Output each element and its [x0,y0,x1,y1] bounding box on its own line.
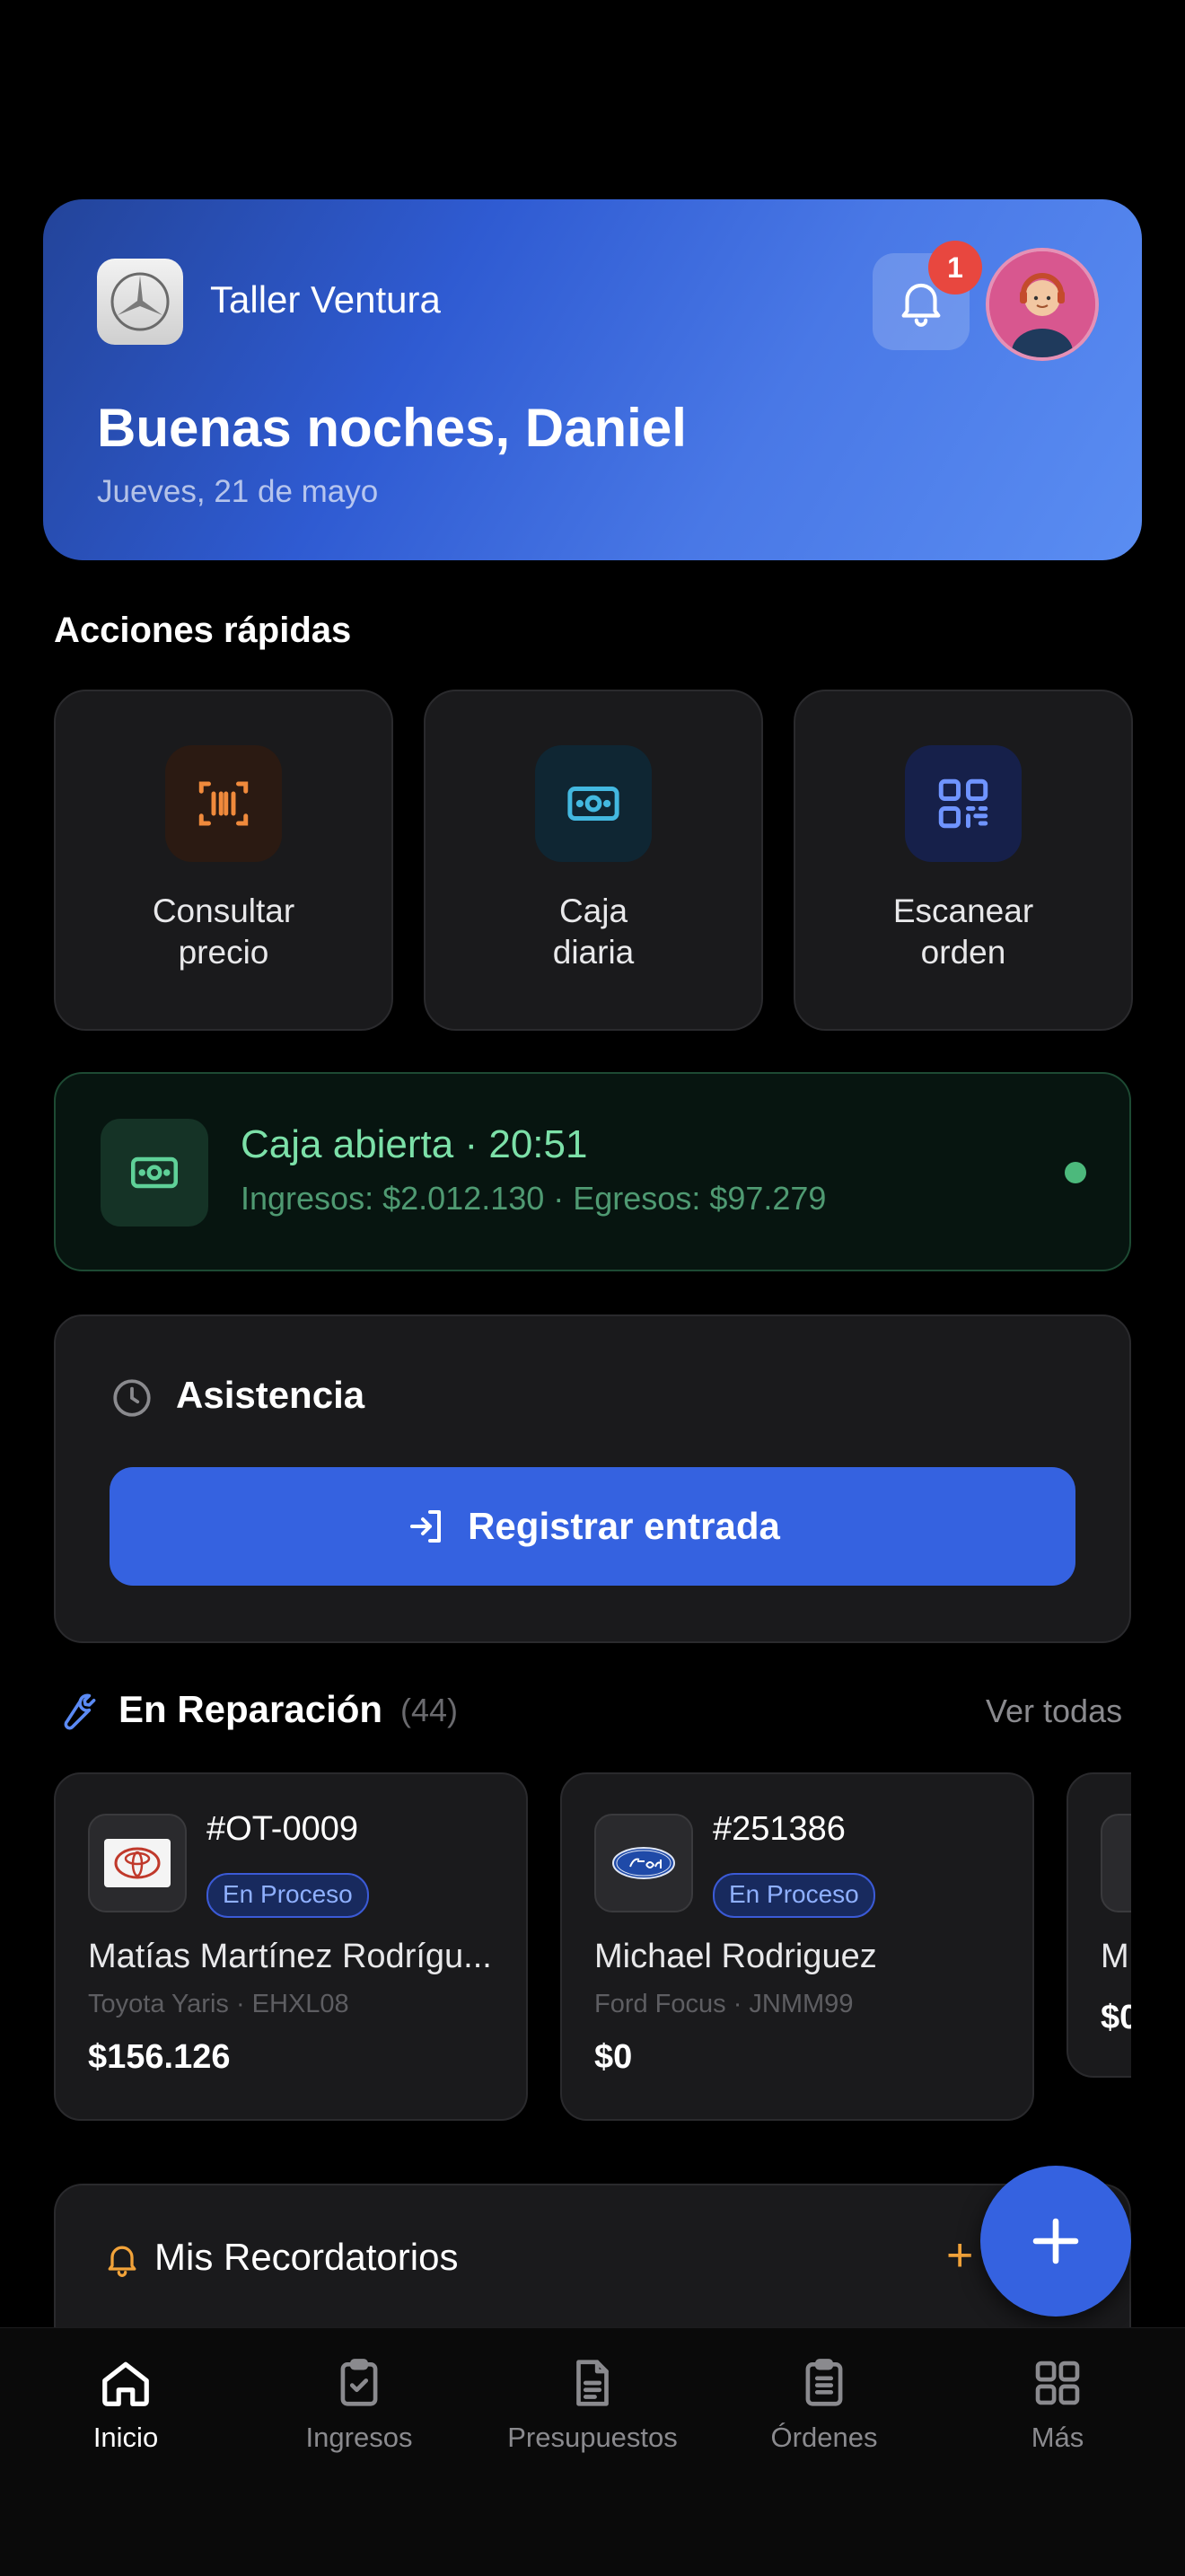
vehicle-info: Toyota Yaris · EHXL08 [88,1990,349,2018]
vehicle-info: Ford Focus · JNMM99 [594,1990,854,2018]
header-card: Taller Ventura 1 Buenas noches, Daniel J… [43,199,1142,560]
owner-name: M [1101,1938,1129,1975]
tab-ingresos[interactable]: Ingresos [260,2355,458,2454]
add-reminder-button[interactable]: + [946,2229,973,2282]
order-number: #251386 [713,1810,846,1848]
bell-icon [108,2246,136,2277]
user-avatar-icon [989,251,1095,357]
tab-label: Presupuestos [507,2422,678,2453]
brand-logo-icon [1101,1814,1131,1912]
register-entry-button[interactable]: Registrar entrada [110,1467,1075,1586]
see-all-link[interactable]: Ver todas [986,1692,1122,1730]
repairs-title: En Reparación [118,1688,383,1730]
tab-label: Inicio [92,2422,159,2453]
reminders-title: Mis Recordatorios [154,2236,459,2278]
repair-card[interactable]: #OT-0009 En Proceso Matías Martínez Rodr… [54,1772,528,2121]
repair-card-peek[interactable]: M $0 [1066,1772,1131,2078]
order-price: $0 [1101,1999,1131,2036]
brand-logo [97,259,183,345]
toyota-logo-icon [88,1814,187,1912]
tab-mas[interactable]: Más [959,2355,1156,2454]
owner-name: Michael Rodriguez [594,1938,877,1975]
avatar[interactable] [986,248,1099,361]
tab-label: Ingresos [305,2422,413,2453]
order-price: $0 [594,2038,633,2076]
brand-name: Taller Ventura [210,278,441,321]
notification-badge: 1 [928,241,982,295]
grid-icon [1035,2361,1080,2405]
greeting: Buenas noches, Daniel [97,398,687,458]
tab-inicio[interactable]: Inicio [27,2355,224,2454]
register-entry-label: Registrar entrada [468,1505,780,1547]
quick-action-consultar-precio[interactable]: Consultar precio [54,690,393,1031]
tab-label: Órdenes [770,2422,878,2453]
login-icon [410,1510,442,1543]
create-button[interactable] [980,2166,1131,2317]
document-icon [576,2360,609,2406]
tab-ordenes[interactable]: Órdenes [725,2355,923,2454]
status-dot [1065,1162,1086,1183]
cash-icon [101,1119,208,1226]
tab-label: Más [1031,2422,1084,2453]
mercedes-logo-icon [110,272,170,331]
attendance-card: Asistencia Registrar entrada [54,1314,1131,1643]
ford-logo-icon [594,1814,693,1912]
wrench-icon [64,1693,96,1730]
cash-status-summary: Ingresos: $2.012.130 · Egresos: $97.279 [241,1180,827,1217]
owner-name: Matías Martínez Rodrígu... [88,1938,492,1975]
cash-status-card[interactable]: Caja abierta · 20:51 Ingresos: $2.012.13… [54,1072,1131,1271]
quick-action-label: Consultar precio [152,892,295,971]
repairs-count: (44) [400,1692,459,1728]
qr-code-icon [905,745,1022,862]
quick-action-caja-diaria[interactable]: Caja diaria [424,690,763,1031]
quick-action-label: Escanear orden [892,892,1034,971]
barcode-scan-icon [165,745,282,862]
order-price: $156.126 [88,2038,231,2076]
home-icon [102,2361,149,2406]
clipboard-list-icon [805,2359,843,2406]
tab-bar: Inicio Ingresos Presupuestos Órdenes Más [0,2327,1185,2576]
cash-status-title: Caja abierta · 20:51 [241,1122,588,1166]
plus-icon [1032,2218,1079,2264]
clock-icon [113,1379,151,1417]
repair-card[interactable]: #251386 En Proceso Michael Rodriguez For… [560,1772,1034,2121]
status-badge: En Proceso [713,1873,875,1918]
quick-action-escanear-orden[interactable]: Escanear orden [794,690,1133,1031]
clipboard-check-icon [340,2359,378,2406]
current-date: Jueves, 21 de mayo [97,474,379,509]
quick-action-label: Caja diaria [552,892,635,971]
order-number: #OT-0009 [206,1810,358,1848]
status-badge: En Proceso [206,1873,369,1918]
tab-presupuestos[interactable]: Presupuestos [494,2355,691,2454]
attendance-title: Asistencia [176,1374,365,1416]
cash-icon [535,745,652,862]
quick-actions-title: Acciones rápidas [54,611,352,650]
